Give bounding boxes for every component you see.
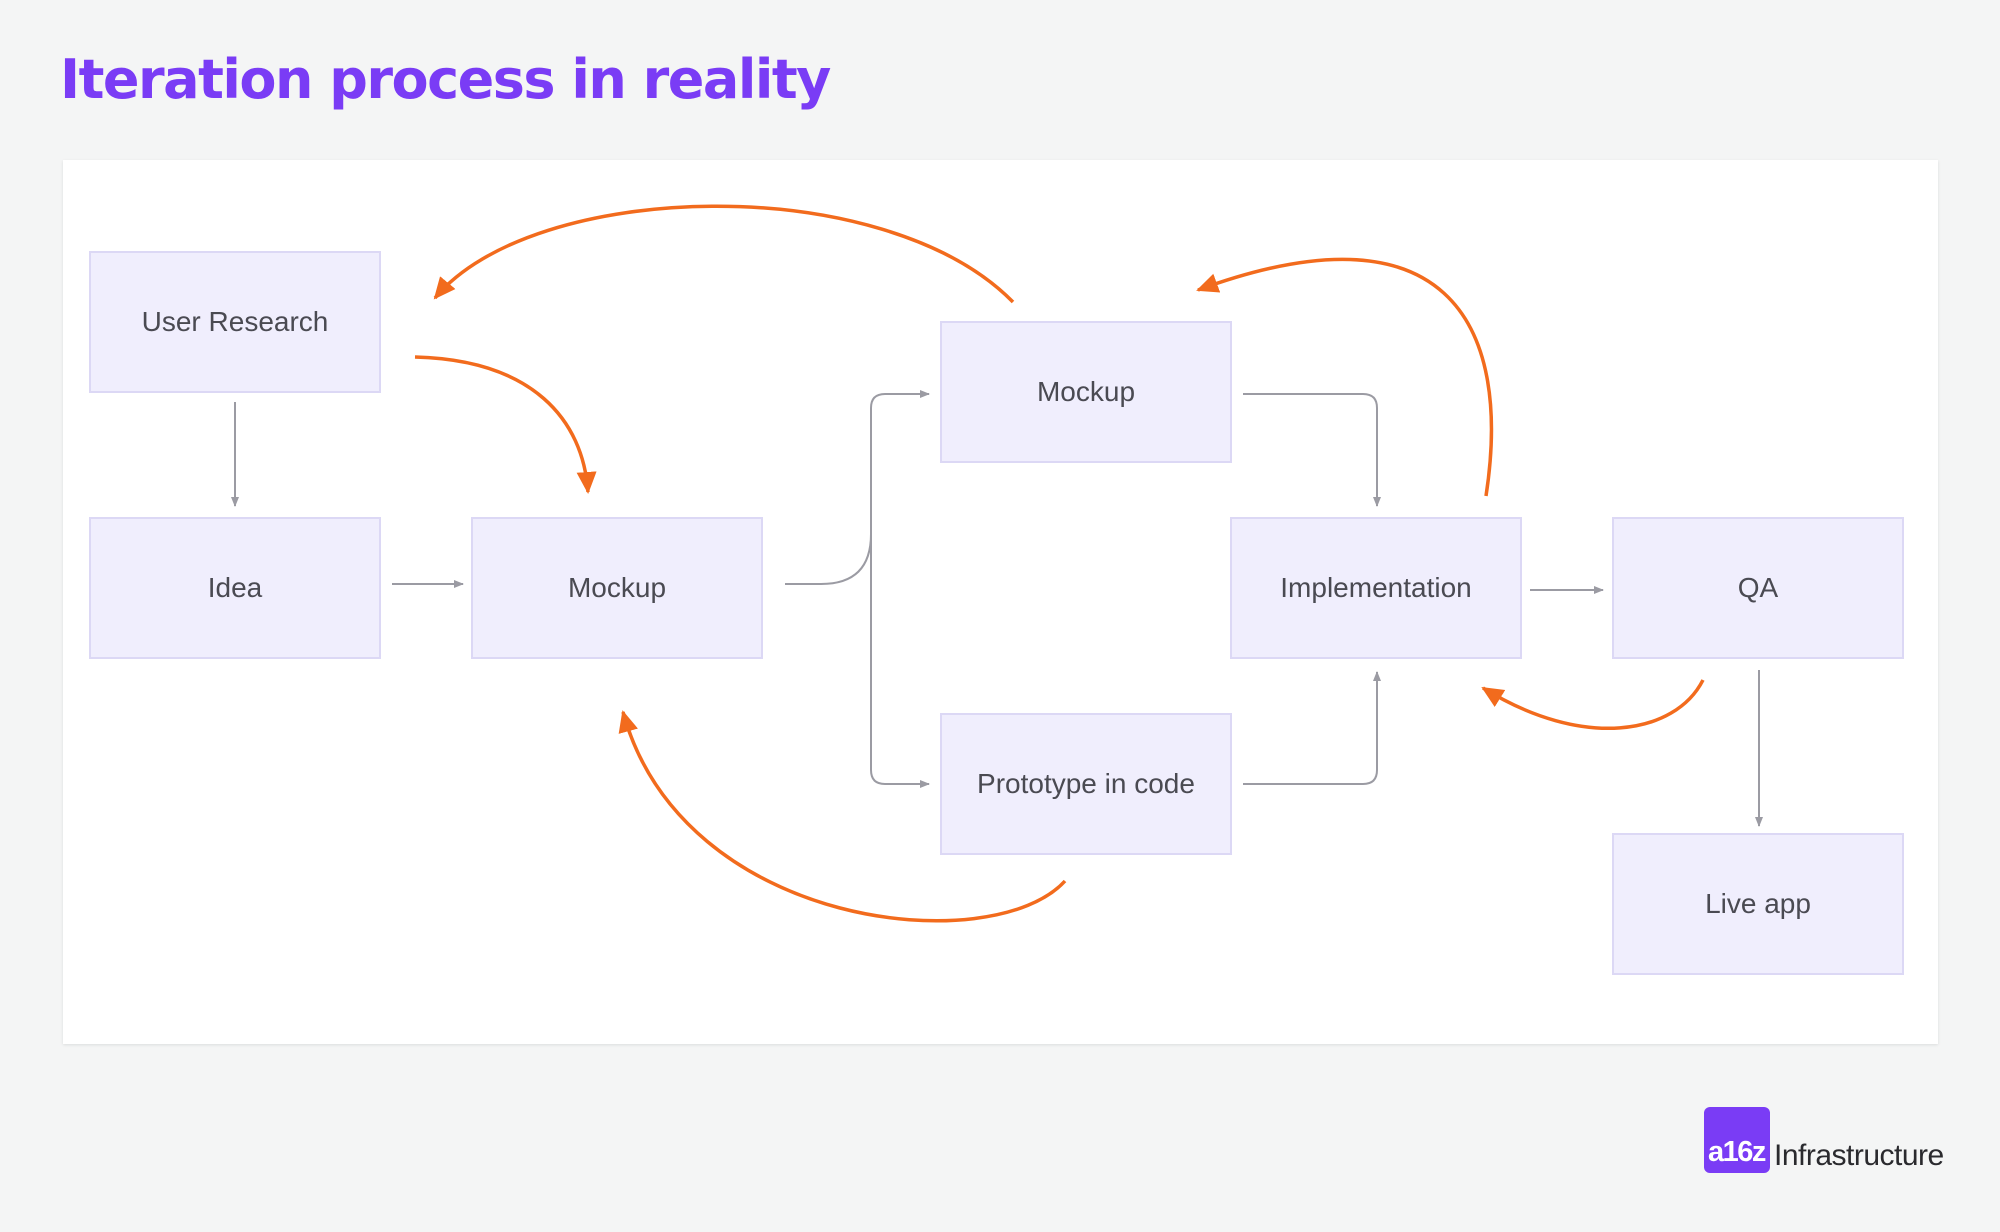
logo-wordmark: Infrastructure: [1774, 1139, 1944, 1172]
page-title: Iteration process in reality: [60, 48, 831, 111]
brand-logo: a16z Infrastructure: [1704, 1107, 1944, 1173]
loop-qa-to-implementation: [1481, 679, 1705, 730]
node-label: Implementation: [1280, 572, 1472, 603]
diagram-canvas: User Research Idea Mockup Mockup Prototy…: [63, 160, 1938, 1044]
node-label: Live app: [1705, 888, 1811, 919]
node-label: Idea: [207, 572, 263, 603]
edge-mockup-to-mockup-top: [785, 390, 930, 585]
node-prototype-in-code: Prototype in code: [940, 713, 1232, 855]
node-idea: Idea: [89, 517, 381, 659]
logo-mark-text: a16z: [1708, 1136, 1766, 1168]
node-label: Mockup: [1036, 376, 1136, 407]
node-label: Mockup: [567, 572, 667, 603]
node-live-app: Live app: [1612, 833, 1904, 975]
loop-mockuptop-to-userresearch: [433, 204, 1015, 304]
node-implementation: Implementation: [1230, 517, 1522, 659]
loop-implementation-to-mockuptop: [1196, 257, 1494, 497]
loop-userresearch-to-mockup: [414, 355, 597, 494]
node-qa: QA: [1612, 517, 1904, 659]
node-label: Prototype in code: [977, 768, 1195, 799]
node-mockup-top: Mockup: [940, 321, 1232, 463]
node-label: User Research: [141, 306, 329, 337]
a16z-logo-icon: a16z: [1704, 1107, 1770, 1173]
edge-mockuptop-implementation: [1243, 393, 1381, 507]
node-user-research: User Research: [89, 251, 381, 393]
edge-mockup-to-prototype: [870, 534, 930, 788]
edge-prototype-implementation: [1243, 671, 1381, 785]
node-label: QA: [1737, 572, 1779, 603]
node-mockup: Mockup: [471, 517, 763, 659]
